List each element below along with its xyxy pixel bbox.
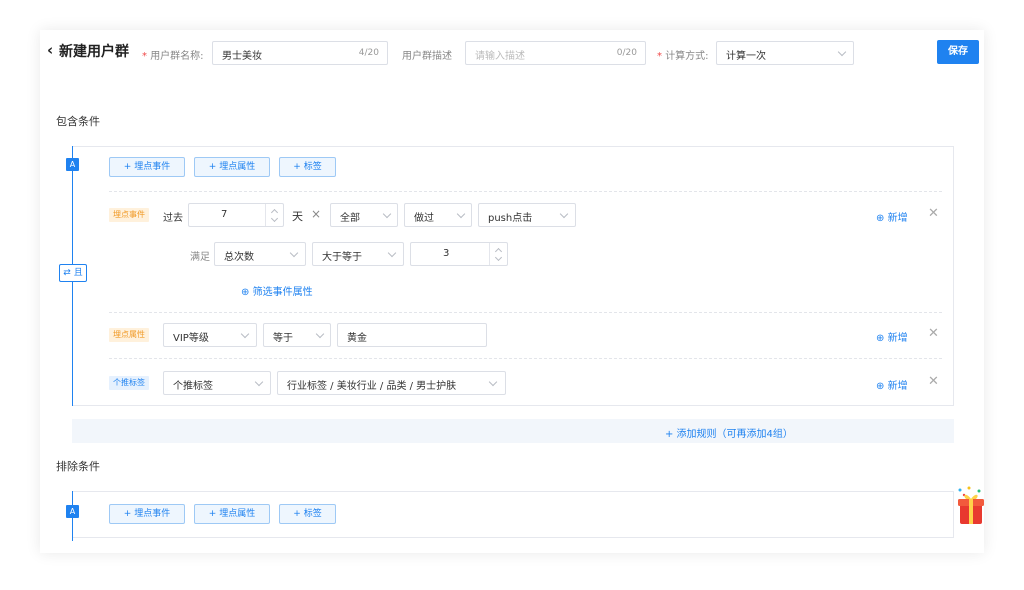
and-toggle[interactable]: ⇄ 且 bbox=[59, 264, 87, 282]
plus-circle-icon: ⊕ bbox=[241, 287, 250, 298]
include-title: 包含条件 bbox=[56, 115, 100, 128]
switch-icon: ⇄ bbox=[63, 268, 71, 278]
chevron-down-icon bbox=[254, 377, 264, 387]
chevron-down-icon bbox=[240, 329, 250, 339]
desc-input[interactable]: 请输入描述 0/20 bbox=[465, 41, 646, 65]
add-attribute-button[interactable]: + 埋点属性 bbox=[194, 504, 270, 524]
back-button[interactable]: ‹ bbox=[47, 41, 53, 59]
chevron-down-icon bbox=[488, 377, 498, 387]
group-badge: A bbox=[66, 505, 79, 518]
chevron-down-icon bbox=[837, 47, 847, 57]
attribute-select[interactable]: VIP等级 bbox=[163, 323, 257, 347]
threshold-stepper[interactable]: 3 bbox=[410, 242, 508, 266]
close-icon[interactable]: ✕ bbox=[928, 374, 939, 389]
group-name-input[interactable]: 男士美妆 4/20 bbox=[212, 41, 388, 65]
filter-event-attr-link[interactable]: ⊕ 筛选事件属性 bbox=[241, 283, 313, 298]
plus-circle-icon: ⊕ bbox=[876, 381, 885, 392]
attr-operator-select[interactable]: 等于 bbox=[263, 323, 331, 347]
exclude-title: 排除条件 bbox=[56, 460, 100, 473]
include-group-box bbox=[72, 146, 954, 406]
past-label: 过去 bbox=[163, 213, 183, 224]
add-label-button[interactable]: + 标签 bbox=[279, 504, 336, 524]
satisfy-label: 满足 bbox=[190, 252, 210, 263]
plus-circle-icon: ⊕ bbox=[876, 213, 885, 224]
add-new-link[interactable]: ⊕ 新增 bbox=[876, 329, 908, 344]
times-icon: × bbox=[311, 207, 322, 221]
label-type-select[interactable]: 个推标签 bbox=[163, 371, 271, 395]
metric-select[interactable]: 总次数 bbox=[214, 242, 306, 266]
days-stepper[interactable]: 7 bbox=[188, 203, 284, 227]
group-badge: A bbox=[66, 158, 79, 171]
close-icon[interactable]: ✕ bbox=[928, 326, 939, 341]
gift-icon[interactable] bbox=[955, 486, 985, 526]
chevron-down-icon bbox=[387, 248, 397, 258]
add-event-button[interactable]: + 埋点事件 bbox=[109, 157, 185, 177]
add-attribute-button[interactable]: + 埋点属性 bbox=[194, 157, 270, 177]
chevron-down-icon bbox=[289, 248, 299, 258]
chevron-down-icon bbox=[382, 209, 392, 219]
chevron-down-icon bbox=[559, 209, 569, 219]
stepper-arrows[interactable] bbox=[265, 204, 283, 226]
operator-select[interactable]: 大于等于 bbox=[312, 242, 404, 266]
group-name-label: * 用户群名称: bbox=[142, 51, 204, 62]
desc-label: 用户群描述 bbox=[402, 51, 452, 62]
add-rule-link[interactable]: + 添加规则（可再添加4组） bbox=[665, 425, 793, 440]
divider bbox=[109, 358, 942, 359]
chevron-down-icon bbox=[315, 329, 325, 339]
attr-value-input[interactable]: 黄金 bbox=[337, 323, 487, 347]
add-label-button[interactable]: + 标签 bbox=[279, 157, 336, 177]
add-new-link[interactable]: ⊕ 新增 bbox=[876, 209, 908, 224]
divider bbox=[109, 191, 942, 192]
calc-label: * 计算方式: bbox=[657, 51, 709, 62]
divider bbox=[109, 312, 942, 313]
stepper-arrows[interactable] bbox=[489, 243, 507, 265]
chevron-down-icon bbox=[456, 209, 466, 219]
label-path-select[interactable]: 行业标签 / 美妆行业 / 品类 / 男士护肤 bbox=[277, 371, 506, 395]
page-title: 新建用户群 bbox=[59, 44, 129, 60]
scope-select[interactable]: 全部 bbox=[330, 203, 398, 227]
close-icon[interactable]: ✕ bbox=[928, 206, 939, 221]
event-type-tag: 埋点事件 bbox=[109, 208, 149, 222]
label-type-tag: 个推标签 bbox=[109, 376, 149, 390]
chevron-left-icon[interactable]: ‹ bbox=[47, 41, 53, 59]
days-unit: 天 bbox=[292, 210, 303, 223]
attr-type-tag: 埋点属性 bbox=[109, 328, 149, 342]
save-button[interactable]: 保存 bbox=[937, 40, 979, 64]
action-select[interactable]: 做过 bbox=[404, 203, 472, 227]
event-select[interactable]: push点击 bbox=[478, 203, 576, 227]
add-rule-bar bbox=[72, 419, 954, 443]
plus-circle-icon: ⊕ bbox=[876, 333, 885, 344]
calc-select[interactable]: 计算一次 bbox=[716, 41, 854, 65]
add-new-link[interactable]: ⊕ 新增 bbox=[876, 377, 908, 392]
add-event-button[interactable]: + 埋点事件 bbox=[109, 504, 185, 524]
